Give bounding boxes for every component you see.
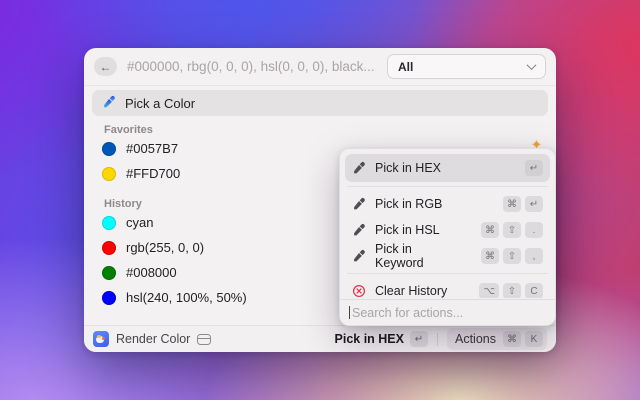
shortcut-keys: ⌘⇧.	[481, 222, 543, 238]
text-cursor	[349, 306, 350, 319]
key-badge: .	[525, 222, 543, 238]
enter-key-badge: ↵	[410, 331, 428, 347]
key-badge: ↵	[525, 196, 543, 212]
key-badge: ↵	[525, 160, 543, 176]
key-badge: ⌘	[481, 248, 499, 264]
color-swatch	[102, 241, 116, 255]
eyedropper-icon	[352, 249, 366, 263]
render-color-app-icon	[93, 331, 109, 347]
search-input[interactable]	[127, 59, 387, 74]
action-item[interactable]: Pick in HEX ↵	[345, 154, 550, 182]
color-swatch	[102, 142, 116, 156]
footer-bar: Render Color Pick in HEX ↵ Actions ⌘ K	[84, 325, 556, 352]
color-label: rgb(255, 0, 0)	[126, 240, 204, 255]
divider	[347, 186, 548, 187]
shortcut-keys: ⌥ ⇧ C	[479, 283, 543, 298]
eyedropper-icon	[352, 197, 366, 211]
color-swatch	[102, 167, 116, 181]
actions-label: Actions	[455, 332, 496, 346]
key-badge: ⇧	[503, 283, 521, 298]
color-label: cyan	[126, 215, 153, 230]
key-badge: C	[525, 283, 543, 298]
action-item[interactable]: Pick in RGB ⌘↵	[345, 191, 550, 217]
actions-search-bar	[340, 299, 555, 325]
action-label: Pick in Keyword	[375, 242, 463, 270]
action-item[interactable]: Pick in Keyword ⌘⇧,	[345, 243, 550, 269]
color-label: #FFD700	[126, 166, 180, 181]
key-badge: ⌥	[479, 283, 499, 298]
filter-value: All	[398, 60, 413, 74]
search-bar: ← All	[84, 48, 556, 86]
color-swatch	[102, 216, 116, 230]
pick-a-color-label: Pick a Color	[125, 96, 195, 111]
eyedropper-icon	[102, 95, 116, 112]
chevron-down-icon	[527, 60, 537, 70]
key-badge: ⌘	[503, 196, 521, 212]
color-label: hsl(240, 100%, 50%)	[126, 290, 247, 305]
eyedropper-icon	[352, 223, 366, 237]
cmd-key-badge: ⌘	[503, 331, 521, 347]
action-item[interactable]: Pick in HSL ⌘⇧.	[345, 217, 550, 243]
color-label: #0057B7	[126, 141, 178, 156]
key-badge: ⇧	[503, 248, 521, 264]
shortcut-keys: ↵	[525, 160, 543, 176]
command-mode-icon	[197, 334, 211, 345]
action-label: Pick in RGB	[375, 197, 442, 211]
footer-divider	[437, 333, 438, 346]
back-button[interactable]: ←	[94, 57, 117, 76]
action-label: Pick in HSL	[375, 223, 440, 237]
action-label: Clear History	[375, 284, 447, 298]
actions-list: Pick in HEX↵ Pick in RGB⌘↵ Pick in HSL⌘⇧…	[345, 154, 550, 298]
actions-button[interactable]: Actions ⌘ K	[447, 328, 547, 350]
back-arrow-icon: ←	[100, 60, 112, 74]
pick-a-color-item[interactable]: Pick a Color	[92, 90, 548, 116]
action-label: Pick in HEX	[375, 161, 441, 175]
key-badge: ,	[525, 248, 543, 264]
color-label: #008000	[126, 265, 177, 280]
shortcut-keys: ⌘↵	[503, 196, 543, 212]
color-swatch	[102, 291, 116, 305]
key-badge: ⇧	[503, 222, 521, 238]
app-name: Render Color	[116, 332, 190, 346]
divider	[347, 273, 548, 274]
color-swatch	[102, 266, 116, 280]
action-item[interactable]: Clear History ⌥ ⇧ C	[345, 278, 550, 298]
k-key-badge: K	[525, 331, 543, 347]
actions-popup: Pick in HEX↵ Pick in RGB⌘↵ Pick in HSL⌘⇧…	[339, 148, 556, 326]
section-title: Favorites	[104, 124, 556, 136]
clear-icon	[352, 284, 366, 298]
eyedropper-icon	[352, 161, 366, 175]
key-badge: ⌘	[481, 222, 499, 238]
footer-actions: Pick in HEX ↵ Actions ⌘ K	[335, 328, 547, 350]
primary-action-label[interactable]: Pick in HEX	[335, 332, 404, 346]
actions-search-input[interactable]	[352, 306, 546, 320]
shortcut-keys: ⌘⇧,	[481, 248, 543, 264]
filter-dropdown[interactable]: All	[387, 54, 546, 79]
